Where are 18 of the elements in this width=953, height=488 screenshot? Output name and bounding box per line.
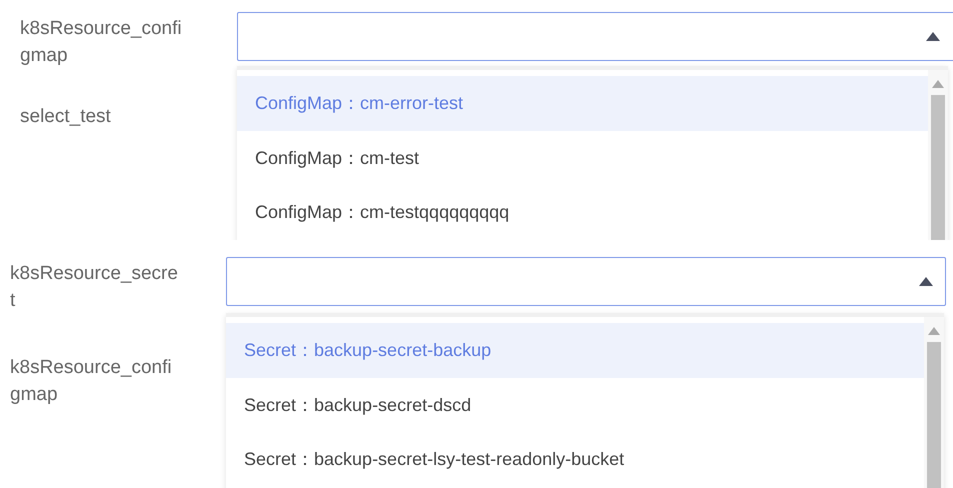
- scrollbar[interactable]: [928, 70, 948, 240]
- field-label: k8sResource_configmap: [20, 17, 183, 68]
- scrollbar-thumb[interactable]: [931, 95, 945, 240]
- scrollbar[interactable]: [924, 317, 944, 488]
- dropdown-option[interactable]: Secret：backup-secret-dscd: [226, 378, 924, 432]
- field-label: k8sResource_configmap: [10, 356, 173, 407]
- dropdown-option[interactable]: ConfigMap：cm-testqqqqqqqqq: [237, 185, 928, 240]
- field-label: k8sResource_secret: [10, 262, 179, 313]
- dropdown-option[interactable]: Secret：backup-secret-lsy-test-readonly-bucket: [226, 432, 924, 486]
- scrollbar-thumb[interactable]: [927, 342, 941, 488]
- caret-icon: [926, 32, 940, 41]
- dropdown-option[interactable]: ConfigMap：cm-test: [237, 130, 928, 185]
- caret-icon: [919, 277, 933, 286]
- scroll-up-icon[interactable]: [932, 80, 944, 88]
- field-label: select_test: [20, 105, 112, 129]
- select-field[interactable]: [226, 257, 946, 306]
- select-field[interactable]: [237, 12, 953, 61]
- scroll-up-icon[interactable]: [928, 327, 940, 335]
